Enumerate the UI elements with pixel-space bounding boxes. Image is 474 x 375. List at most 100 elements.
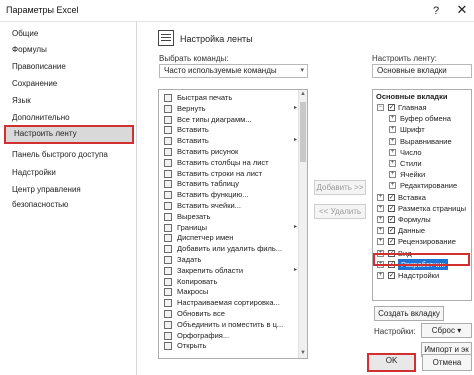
tree-tab-item[interactable]: + ✓ Данные	[373, 225, 469, 236]
command-item[interactable]: Границы ▸	[161, 222, 301, 233]
refresh-all-icon	[164, 310, 172, 318]
scroll-up-icon[interactable]: ▲	[299, 90, 307, 99]
command-item[interactable]: Открыть	[161, 340, 301, 351]
tree-group-item[interactable]: + Редактирование	[373, 180, 469, 191]
command-item[interactable]: Настраиваемая сортировка...	[161, 297, 301, 308]
cancel-button[interactable]: Отмена	[422, 354, 472, 371]
checkbox[interactable]: ✓	[388, 204, 395, 212]
command-label: Вставить	[177, 136, 209, 146]
expand-icon[interactable]: +	[389, 160, 396, 167]
command-item[interactable]: Макросы	[161, 286, 301, 297]
tree-group-item[interactable]: + Число	[373, 147, 469, 158]
command-item[interactable]: Закрепить области ▸	[161, 265, 301, 276]
expand-icon[interactable]: +	[377, 204, 384, 212]
expand-icon[interactable]: +	[377, 238, 384, 246]
expand-icon[interactable]: +	[389, 171, 396, 179]
expand-icon[interactable]: +	[377, 193, 384, 201]
expand-icon[interactable]: +	[377, 227, 384, 235]
command-item[interactable]: Вставить столбцы на лист	[161, 157, 301, 168]
remove-button[interactable]: << Удалить	[314, 204, 366, 219]
sidebar-item-customize-ribbon[interactable]: Настроить ленту	[4, 125, 134, 144]
choose-commands-select[interactable]: Часто используемые команды ▾	[159, 64, 308, 78]
expand-icon[interactable]: +	[389, 115, 396, 123]
command-item[interactable]: Диспетчер имен	[161, 232, 301, 243]
sidebar-item-quick-access[interactable]: Панель быстрого доступа	[4, 147, 134, 162]
command-item[interactable]: Вставить строки на лист	[161, 168, 301, 179]
tree-item-label: Главная	[398, 103, 427, 112]
checkbox[interactable]: ✓	[388, 216, 395, 223]
sidebar-item-addins[interactable]: Надстройки	[4, 165, 134, 180]
ok-button[interactable]: OK	[367, 353, 416, 372]
command-item[interactable]: Копировать	[161, 276, 301, 287]
add-button[interactable]: Добавить >>	[314, 180, 366, 195]
cut-icon	[164, 212, 172, 221]
title-bar: Параметры Excel ? ✕	[0, 0, 474, 22]
close-icon[interactable]: ✕	[454, 2, 470, 18]
paste-icon	[164, 126, 172, 135]
expand-icon[interactable]: +	[389, 148, 396, 156]
custom-sort-icon	[164, 299, 172, 308]
reset-button[interactable]: Сброс ▾	[421, 323, 472, 338]
expand-icon[interactable]: +	[389, 126, 396, 134]
command-label: Закрепить области	[177, 265, 244, 275]
command-item[interactable]: Вставить функцию...	[161, 189, 301, 200]
tree-tab-item[interactable]: + ✓ Вставка	[373, 192, 469, 203]
help-icon[interactable]: ?	[428, 3, 444, 19]
tree-header: Основные вкладки	[376, 92, 448, 101]
tree-tab-item[interactable]: + ✓ Разметка страницы	[373, 203, 469, 214]
command-item[interactable]: Вставить таблицу	[161, 178, 301, 189]
choose-commands-value: Часто используемые команды	[164, 66, 277, 75]
tree-tab-item[interactable]: + ✓ Надстройки	[373, 270, 469, 281]
commands-scrollbar[interactable]: ▲ ▼	[298, 90, 307, 358]
sidebar-item-save[interactable]: Сохранение	[4, 76, 134, 91]
command-label: Орфография...	[177, 330, 230, 340]
tree-tab-item[interactable]: + ✓ Формулы	[373, 214, 469, 225]
ribbon-customize-icon	[158, 30, 174, 46]
scroll-thumb[interactable]	[300, 102, 306, 162]
tree-tab-item[interactable]: − ✓ Главная	[373, 102, 469, 113]
command-item[interactable]: Объединить и поместить в ц...	[161, 319, 301, 330]
checkbox[interactable]: ✓	[388, 238, 395, 246]
checkbox[interactable]: ✓	[388, 227, 395, 235]
command-item[interactable]: Вставить	[161, 124, 301, 135]
command-item[interactable]: Вырезать	[161, 211, 301, 222]
sidebar-item-formulas[interactable]: Формулы	[4, 42, 134, 57]
sidebar-item-trust-center[interactable]: Центр управления безопасностью	[4, 182, 134, 209]
ribbon-tabs-tree[interactable]: Основные вкладки − ✓ Главная + Буфер обмена +…	[372, 89, 472, 301]
paste-special-icon	[164, 137, 172, 146]
expand-icon[interactable]: +	[389, 137, 396, 145]
command-item[interactable]: Вернуть ▸	[161, 103, 301, 114]
command-item[interactable]: Добавить или удалить филь...	[161, 243, 301, 254]
collapse-icon[interactable]: −	[377, 104, 384, 111]
customize-ribbon-select[interactable]: Основные вкладки	[372, 64, 472, 78]
command-label: Копировать	[177, 276, 218, 286]
freeze-panes-icon	[164, 266, 172, 275]
command-item[interactable]: Задать	[161, 254, 301, 265]
tree-tab-item[interactable]: + ✓ Рецензирование	[373, 236, 469, 247]
command-item[interactable]: Обновить все	[161, 308, 301, 319]
sidebar-item-proofing[interactable]: Правописание	[4, 59, 134, 74]
command-item[interactable]: Орфография...	[161, 330, 301, 341]
sidebar-item-advanced[interactable]: Дополнительно	[4, 110, 134, 125]
sidebar-item-general[interactable]: Общие	[4, 26, 134, 41]
expand-icon[interactable]: +	[389, 182, 396, 190]
command-item[interactable]: Быстрая печать	[161, 92, 301, 103]
tree-group-item[interactable]: + Стили	[373, 158, 469, 169]
tree-group-item[interactable]: + Ячейки	[373, 169, 469, 180]
checkbox[interactable]: ✓	[388, 272, 395, 279]
command-item[interactable]: Вставить ячейки...	[161, 200, 301, 211]
tree-group-item[interactable]: + Шрифт	[373, 124, 469, 135]
command-item[interactable]: Все типы диаграмм...	[161, 114, 301, 125]
scroll-down-icon[interactable]: ▼	[299, 349, 307, 358]
checkbox[interactable]: ✓	[388, 104, 395, 111]
expand-icon[interactable]: +	[377, 272, 384, 279]
command-item[interactable]: Вставить рисунок	[161, 146, 301, 157]
command-item[interactable]: Вставить ▸	[161, 135, 301, 146]
tree-group-item[interactable]: + Буфер обмена	[373, 113, 469, 124]
sidebar-item-language[interactable]: Язык	[4, 93, 134, 108]
create-tab-button[interactable]: Создать вкладку	[374, 306, 444, 321]
commands-list[interactable]: Быстрая печать Вернуть ▸ Все типы диаграмм.…	[158, 89, 308, 359]
checkbox[interactable]: ✓	[388, 193, 395, 201]
expand-icon[interactable]: +	[377, 216, 384, 223]
tree-group-item[interactable]: + Выравнивание	[373, 136, 469, 147]
